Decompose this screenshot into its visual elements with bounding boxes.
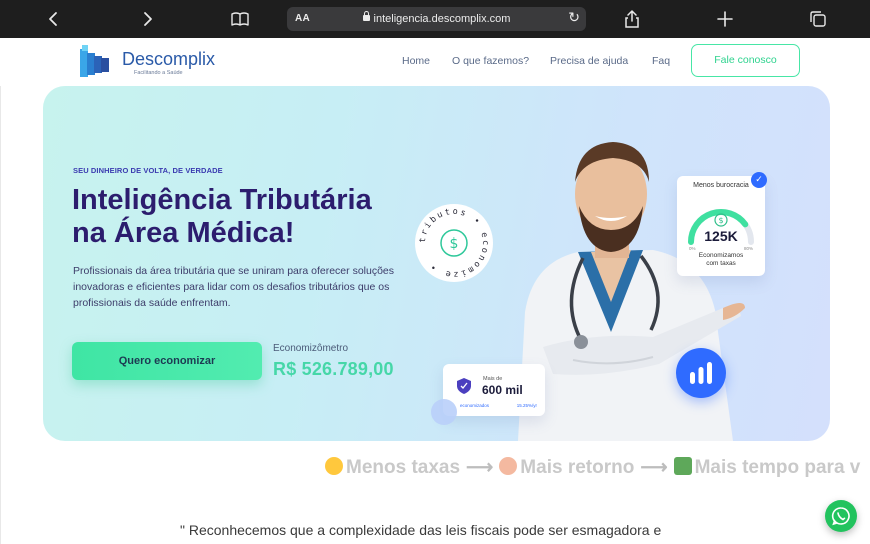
fale-conosco-button[interactable]: Fale conosco (691, 44, 800, 77)
whatsapp-icon (831, 507, 850, 526)
reload-icon[interactable]: ↻ (568, 10, 580, 26)
arrow-icon: ⟶ (466, 457, 494, 478)
handshake-emoji-icon (499, 457, 518, 475)
address-bar[interactable]: AA inteligencia.descomplix.com ↻ (287, 7, 586, 31)
site-header: Descomplix Facilitando a Saúde Home O qu… (0, 38, 870, 86)
whatsapp-button[interactable] (825, 500, 857, 532)
logo[interactable]: Descomplix Facilitando a Saúde (80, 43, 220, 79)
hero-eyebrow: SEU DINHEIRO DE VOLTA, DE VERDADE (73, 166, 223, 175)
logo-mark-icon (80, 45, 109, 77)
economizometro-value: R$ 526.789,00 (273, 359, 394, 379)
hero-title: Inteligência Tributária na Área Médica! (72, 184, 432, 250)
card-left-value: 600 mil (482, 383, 523, 397)
quero-economizar-button[interactable]: Quero economizar (72, 342, 262, 380)
quote-text: " Reconhecemos que a complexidade das le… (180, 522, 662, 538)
new-tab-icon[interactable] (715, 9, 735, 29)
marquee-item-2: Mais retorno (520, 457, 635, 478)
cyclist-emoji-icon (673, 457, 692, 475)
forward-icon[interactable] (137, 9, 157, 29)
hero-title-line1: Inteligência Tributária (72, 184, 372, 216)
menos-burocracia-card: Menos burocracia $ 125K 0% 80% Economiza… (677, 176, 765, 276)
mais-de-600-mil-card: Mais de 600 mil economizados 15.25%/yr (443, 364, 545, 416)
card-right-caption-line1: Economizamos (698, 252, 744, 259)
reader-icon[interactable] (230, 9, 250, 29)
url-text: inteligencia.descomplix.com (373, 13, 511, 25)
lock-icon (362, 11, 370, 21)
logo-name: Descomplix (122, 49, 216, 69)
card-right-caption: Economizamos com taxas (677, 252, 765, 268)
share-icon[interactable] (622, 9, 642, 29)
hero-title-line2: na Área Médica! (72, 217, 295, 249)
gauge-min-label: 0% (689, 246, 696, 251)
logo-tagline: Facilitando a Saúde (134, 70, 183, 76)
dollar-icon: $ (450, 236, 459, 252)
hero-section: SEU DINHEIRO DE VOLTA, DE VERDADE Inteli… (43, 86, 830, 441)
nav-home[interactable]: Home (402, 55, 430, 67)
economize-stamp: tributos • economize • $ (415, 204, 493, 282)
star-eyes-emoji-icon (325, 457, 343, 475)
nav-o-que-fazemos[interactable]: O que fazemos? (452, 55, 529, 67)
card-right-caption-line2: com taxas (706, 260, 736, 267)
marquee-item-3: Mais tempo para v (694, 457, 861, 478)
arrow-icon: ⟶ (640, 457, 668, 478)
card-left-foot-right: 15.25%/yr (516, 403, 537, 408)
marquee-item-1: Menos taxas (346, 457, 461, 478)
hero-description: Profissionais da área tributária que se … (73, 265, 395, 309)
nav-precisa-de-ajuda[interactable]: Precisa de ajuda (550, 55, 628, 67)
verified-check-icon: ✓ (751, 172, 767, 188)
browser-toolbar: AA inteligencia.descomplix.com ↻ (0, 0, 870, 38)
benefits-marquee: Menos taxas ⟶ Mais retorno ⟶ Mais tempo para… (325, 456, 860, 479)
coin-icon: $ (718, 216, 723, 225)
bar-chart-icon (676, 348, 726, 398)
card-left-label: Mais de (483, 376, 503, 382)
page-edge (0, 86, 1, 544)
nav-faq[interactable]: Faq (652, 55, 670, 67)
decorative-bubble (431, 399, 457, 425)
card-left-foot-left: economizados (460, 403, 490, 408)
shield-icon (457, 378, 471, 394)
tabs-icon[interactable] (808, 9, 828, 29)
gauge-max-label: 80% (743, 246, 753, 251)
card-right-value: 125K (704, 228, 738, 244)
back-icon[interactable] (44, 9, 64, 29)
economizometro-label: Economizômetro (273, 343, 349, 354)
